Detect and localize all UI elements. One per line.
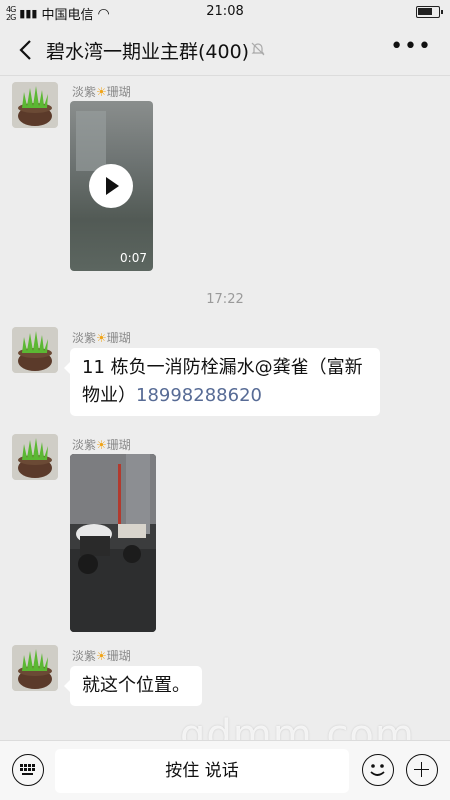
text-message-bubble[interactable]: 就这个位置。 — [64, 666, 202, 706]
status-bar: 4G 2G ▮▮▮ 中国电信 ◠ 21:08 — [0, 0, 450, 24]
video-duration: 0:07 — [120, 251, 147, 265]
sender-name: 淡紫☀珊瑚 — [72, 331, 131, 345]
keyboard-icon[interactable] — [12, 754, 44, 786]
more-dots-icon[interactable]: ••• — [390, 34, 432, 59]
avatar[interactable] — [12, 82, 58, 128]
sun-emoji-icon: ☀ — [96, 85, 107, 99]
status-time: 21:08 — [206, 4, 244, 19]
message-text: 就这个位置。 — [82, 675, 190, 696]
chat-title: 碧水湾一期业主群(400) — [46, 41, 250, 63]
video-thumbnail — [76, 111, 106, 171]
hold-to-talk-button[interactable]: 按住 说话 — [55, 749, 349, 793]
bell-off-icon — [250, 41, 266, 57]
avatar[interactable] — [12, 645, 58, 691]
emoji-icon[interactable] — [362, 754, 394, 786]
avatar[interactable] — [12, 434, 58, 480]
image-message[interactable] — [70, 454, 156, 632]
sender-name: 淡紫☀珊瑚 — [72, 438, 131, 452]
chat-header: 碧水湾一期业主群(400) ••• — [0, 24, 450, 76]
play-icon[interactable] — [89, 164, 133, 208]
sun-emoji-icon: ☀ — [96, 649, 107, 663]
sender-name: 淡紫☀珊瑚 — [72, 85, 131, 99]
text-message-bubble[interactable]: 11 栋负一消防栓漏水@龚雀（富新物业）18998288620 — [64, 348, 380, 416]
phone-link[interactable]: 18998288620 — [136, 385, 262, 406]
input-bar: 按住 说话 — [0, 740, 450, 800]
avatar[interactable] — [12, 327, 58, 373]
back-icon[interactable] — [16, 37, 38, 63]
battery-icon — [416, 6, 443, 18]
video-message[interactable]: 0:07 — [70, 101, 153, 271]
sun-emoji-icon: ☀ — [96, 331, 107, 345]
message-timestamp: 17:22 — [206, 292, 244, 307]
sender-name: 淡紫☀珊瑚 — [72, 649, 131, 663]
plus-icon[interactable] — [406, 754, 438, 786]
sun-emoji-icon: ☀ — [96, 438, 107, 452]
